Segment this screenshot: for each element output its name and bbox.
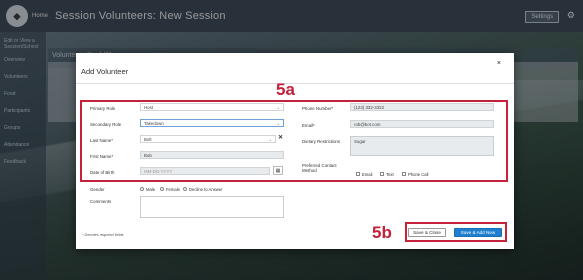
modal-divider (76, 83, 514, 84)
annotation-label-5a: 5a (276, 80, 295, 99)
gender-female-label: Female (166, 187, 180, 192)
first-name-value: Bob (144, 152, 152, 158)
secondary-role-label: Secondary Role (90, 122, 122, 127)
dob-placeholder: MM-DD-YYYY (144, 168, 173, 174)
gender-decline-label: Decline to Answer (189, 187, 223, 192)
comments-textarea[interactable] (140, 196, 284, 218)
required-fields-note: * Denotes required fields (82, 233, 124, 237)
save-close-button[interactable]: Save & Close (408, 228, 446, 237)
contact-email-checkbox[interactable] (356, 172, 360, 176)
phone-value: (123) 332-3322 (354, 104, 385, 110)
dietary-label: Dietary Restrictions (302, 139, 341, 144)
comments-value (141, 197, 283, 201)
gender-decline-radio[interactable] (183, 187, 187, 191)
comments-label: Comments (90, 199, 112, 204)
dietary-value: Sugar (354, 139, 366, 144)
add-volunteer-modal: Add Volunteer × 5a Primary Role Host ⌄ S… (76, 53, 514, 249)
secondary-role-value: Takedown (144, 120, 164, 126)
gender-female-radio[interactable] (160, 187, 164, 191)
contact-email-label: Email (362, 172, 373, 177)
chevron-down-icon: ⌄ (276, 120, 280, 126)
email-field[interactable]: rob@bot.com (350, 120, 494, 128)
primary-role-value: Host (144, 104, 154, 110)
first-name-field[interactable]: Bob (140, 151, 284, 159)
dietary-textarea[interactable]: Sugar (350, 136, 494, 156)
email-label: Email* (302, 123, 315, 128)
annotation-label-5b: 5b (372, 223, 392, 242)
last-name-value: Bolt (144, 136, 152, 142)
primary-role-select[interactable]: Host ⌄ (140, 103, 284, 111)
first-name-label: First Name* (90, 154, 114, 159)
phone-field[interactable]: (123) 332-3322 (350, 103, 494, 111)
clear-icon[interactable]: ✕ (278, 134, 283, 141)
last-name-field[interactable]: Bolt ⌄ (140, 135, 276, 143)
contact-phone-checkbox[interactable] (402, 172, 406, 176)
email-value: rob@bot.com (354, 121, 381, 127)
dob-label: Date of Birth (90, 170, 115, 175)
close-icon[interactable]: × (497, 60, 501, 67)
last-name-label: Last Name* (90, 138, 113, 143)
modal-title: Add Volunteer (81, 67, 129, 76)
calendar-icon[interactable]: ▦ (273, 166, 283, 175)
contact-method-label: Preferred Contact Method (302, 163, 337, 174)
gender-label: Gender (90, 187, 105, 192)
gender-male-radio[interactable] (140, 187, 144, 191)
phone-label: Phone Number* (302, 106, 334, 111)
dob-field[interactable]: MM-DD-YYYY (140, 167, 270, 175)
contact-text-label: Text (386, 172, 394, 177)
chevron-down-icon: ⌄ (268, 136, 272, 142)
save-add-new-button[interactable]: Save & Add New (454, 228, 502, 237)
contact-phone-label: Phone Call (408, 172, 429, 177)
chevron-down-icon: ⌄ (276, 104, 280, 110)
primary-role-label: Primary Role (90, 106, 116, 111)
contact-text-checkbox[interactable] (380, 172, 384, 176)
secondary-role-select[interactable]: Takedown ⌄ (140, 119, 284, 127)
gender-male-label: Male (146, 187, 156, 192)
